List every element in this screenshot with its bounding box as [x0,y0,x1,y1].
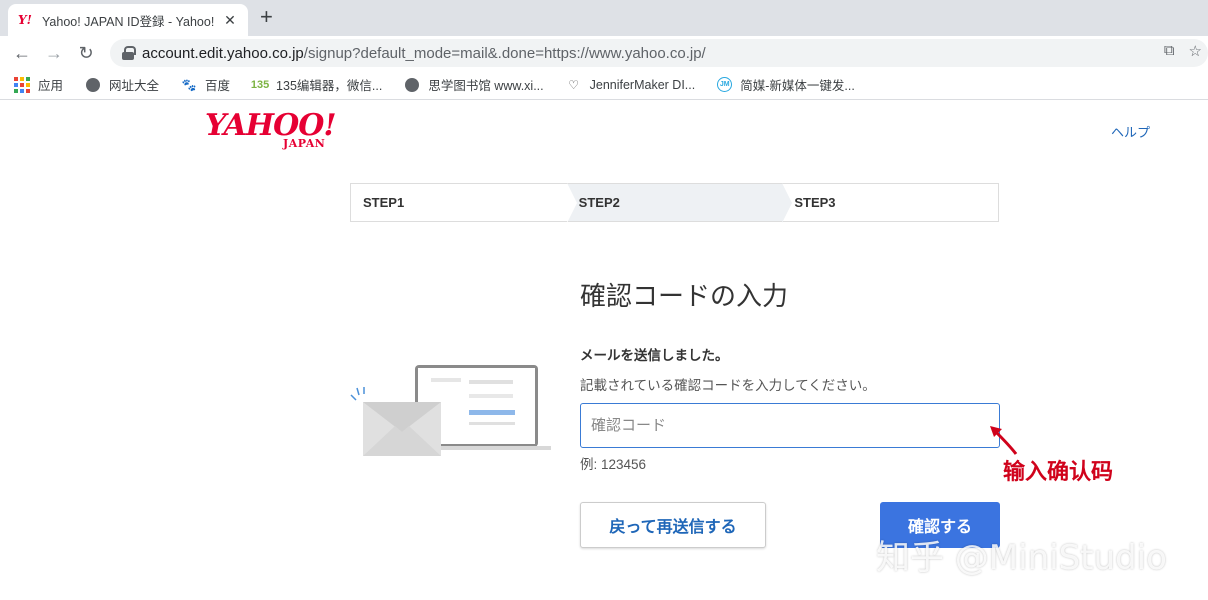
bookmark-wangzhi[interactable]: 网址大全 [85,75,159,94]
logo-main-text: YAHOO! [205,108,337,143]
bookmark-jianmei[interactable]: JM 简媒-新媒体一键发... [717,75,855,94]
jennifermaker-icon: ♡ [568,77,579,92]
globe-icon [404,77,420,93]
step-3: STEP3 [782,184,998,221]
jianmei-icon: JM [717,77,733,92]
bookmark-apps[interactable]: 应用 [14,75,63,94]
bookmark-jennifermaker[interactable]: ♡ JenniferMaker DI... [566,77,696,93]
bookmark-baidu[interactable]: 🐾 百度 [181,75,231,94]
baidu-paw-icon: 🐾 [181,77,197,92]
url-text: account.edit.yahoo.co.jp/signup?default_… [142,44,706,62]
yahoo-japan-logo[interactable]: YAHOO! JAPAN [205,108,337,151]
apps-icon [14,76,30,93]
bookmark-label: 百度 [205,79,231,93]
close-tab-icon[interactable]: ✕ [222,12,238,29]
translate-icon[interactable]: ⧉ [1164,42,1175,60]
tab-strip: Y! Yahoo! JAPAN ID登録 - Yahoo! ✕ + [0,0,1208,36]
bookmark-sixue[interactable]: 思学图书馆 www.xi... [404,75,544,94]
browser-tab[interactable]: Y! Yahoo! JAPAN ID登録 - Yahoo! ✕ [8,4,248,36]
example-text: 例: 123456 [580,457,647,472]
navigation-bar: ← → ↻ account.edit.yahoo.co.jp/signup?de… [0,36,1208,70]
page-title: 確認コードの入力 [580,281,789,311]
new-tab-button[interactable]: + [260,6,273,28]
bookmark-label: 简媒-新媒体一键发... [740,79,855,93]
bookmark-135-editor[interactable]: 135 135编辑器，微信... [250,75,383,94]
watermark: 知乎 @MiniStudio [876,538,1167,578]
sent-message: メールを送信しました。 [580,348,729,363]
step-arrow [566,183,577,223]
tab-title: Yahoo! JAPAN ID登録 - Yahoo! [42,14,215,29]
bookmark-label: 网址大全 [109,79,160,93]
step-1: STEP1 [351,183,577,223]
step-arrow [782,183,793,223]
step-label: STEP1 [363,195,405,210]
reload-icon[interactable]: ↻ [74,41,98,65]
bookmark-label: 应用 [38,79,64,93]
annotation-label: 输入确认码 [1003,459,1114,485]
bookmark-star-icon[interactable]: ☆ [1189,42,1202,60]
globe-icon [85,77,101,93]
mail-laptop-illustration [350,365,551,456]
confirmation-code-input[interactable] [580,403,1000,448]
step-2: STEP2 [566,183,793,223]
instruction-text: 記載されている確認コードを入力してください。 [580,378,876,393]
bookmark-label: 135编辑器，微信... [276,79,383,93]
step-label: STEP3 [794,195,836,210]
logo-sub-text: JAPAN [283,137,326,150]
back-icon[interactable]: ← [10,41,34,65]
step-label: STEP2 [578,195,620,210]
yahoo-favicon-icon: Y! [18,13,32,27]
bookmark-label: 思学图书馆 www.xi... [428,79,544,93]
135-editor-icon: 135 [250,78,270,91]
resend-button[interactable]: 戻って再送信する [580,502,766,548]
help-link[interactable]: ヘルプ [1111,122,1150,141]
forward-icon[interactable]: → [42,41,66,65]
address-bar[interactable]: account.edit.yahoo.co.jp/signup?default_… [110,39,1208,67]
bookmarks-bar: 应用 网址大全 🐾 百度 135 135编辑器，微信... 思学图书馆 www.… [0,70,1208,100]
bookmark-label: JenniferMaker DI... [589,77,696,92]
step-progress: STEP1 STEP2 STEP3 [350,183,999,223]
lock-icon [122,46,136,60]
